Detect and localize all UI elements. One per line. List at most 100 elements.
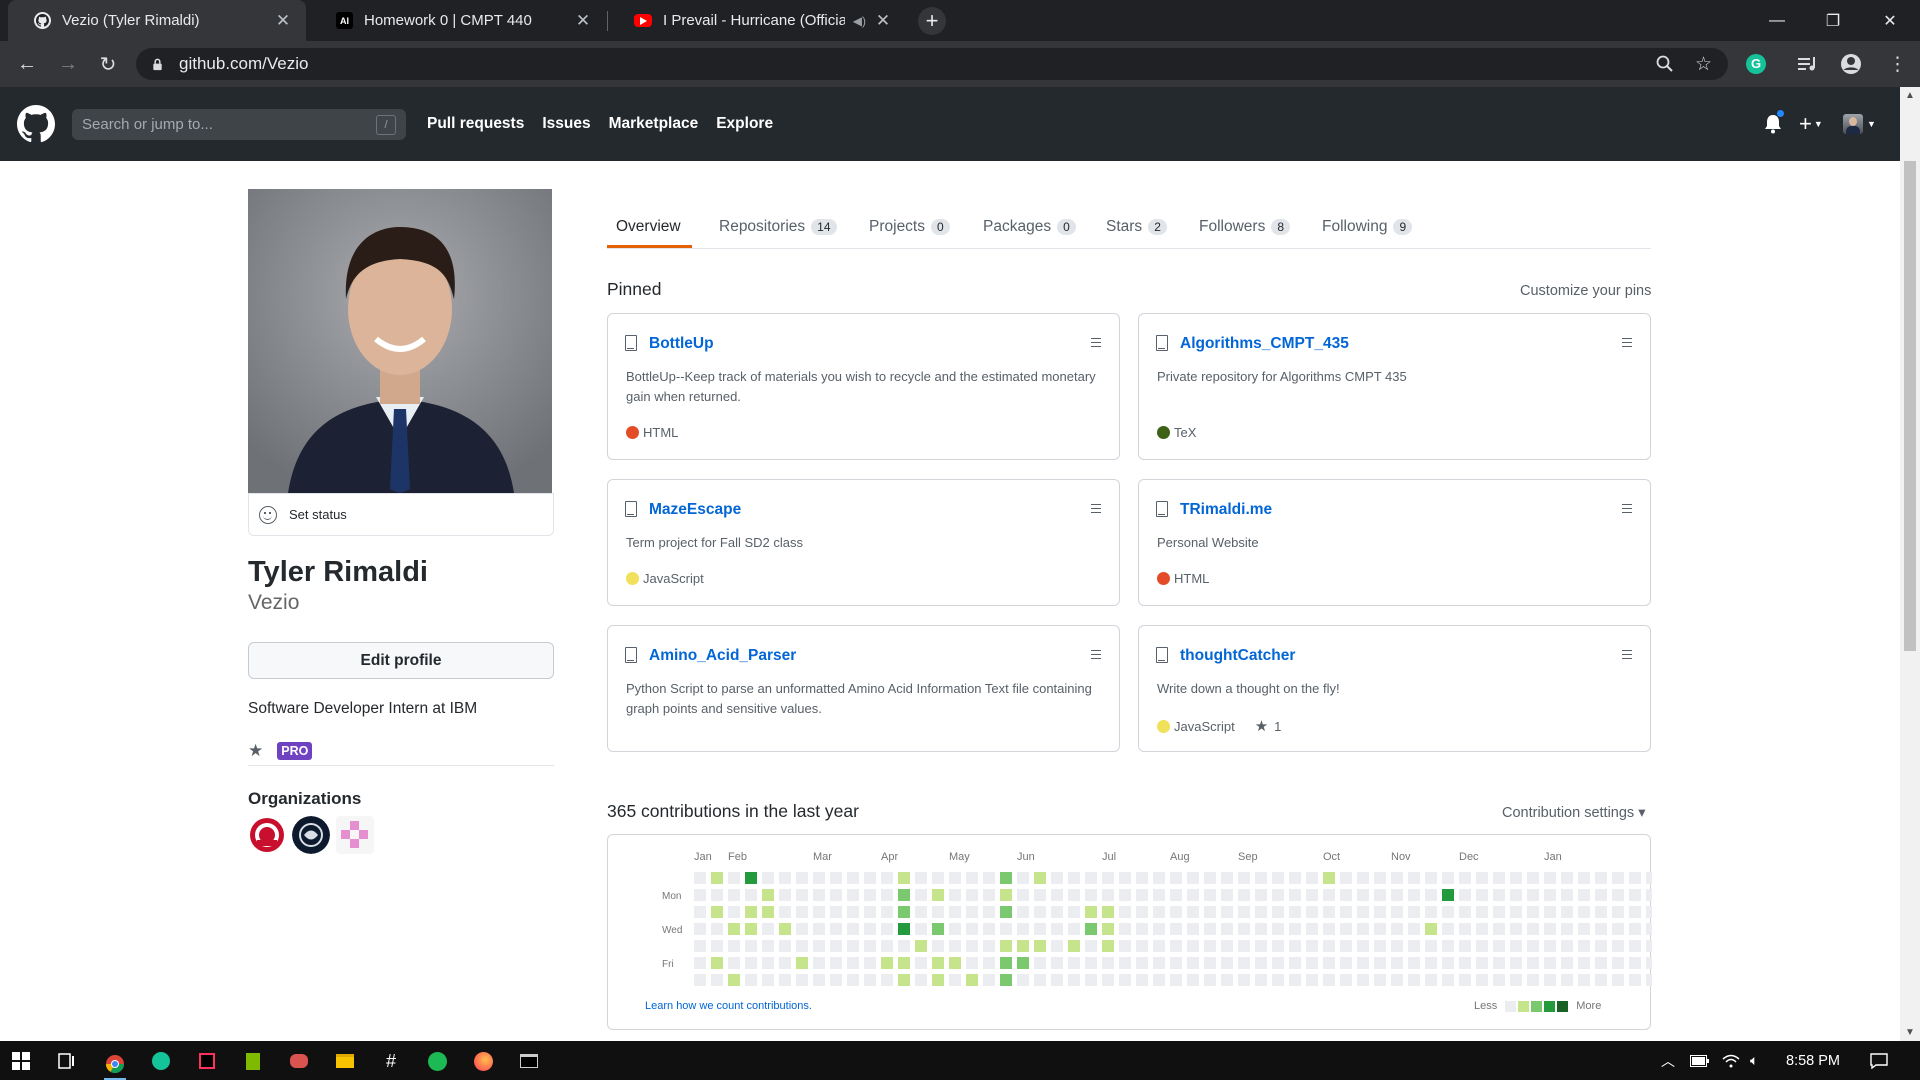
contribution-day[interactable] <box>1527 974 1539 986</box>
contribution-day[interactable] <box>1561 906 1573 918</box>
contribution-day[interactable] <box>1578 906 1590 918</box>
tab-following[interactable]: Following 9 <box>1322 204 1413 249</box>
contribution-day[interactable] <box>1391 889 1403 901</box>
contribution-day[interactable] <box>1374 923 1386 935</box>
contribution-day[interactable] <box>1221 872 1233 884</box>
repo-stars-link[interactable]: ★ 1 <box>1255 717 1282 735</box>
contribution-day[interactable] <box>864 889 876 901</box>
contribution-day[interactable] <box>1272 906 1284 918</box>
contribution-day[interactable] <box>915 889 927 901</box>
contribution-day[interactable] <box>1442 957 1454 969</box>
contribution-day[interactable] <box>1510 957 1522 969</box>
contribution-day[interactable] <box>779 923 791 935</box>
contribution-day[interactable] <box>1272 889 1284 901</box>
contribution-day[interactable] <box>796 940 808 952</box>
contribution-day[interactable] <box>1425 872 1437 884</box>
contribution-day[interactable] <box>983 957 995 969</box>
contribution-day[interactable] <box>1289 957 1301 969</box>
contribution-day[interactable] <box>1340 889 1352 901</box>
contribution-day[interactable] <box>1272 940 1284 952</box>
contribution-day[interactable] <box>1000 940 1012 952</box>
grammarly-taskbar-icon[interactable] <box>150 1050 172 1072</box>
contribution-day[interactable] <box>1085 906 1097 918</box>
contribution-day[interactable] <box>1017 940 1029 952</box>
contribution-day[interactable] <box>1476 923 1488 935</box>
contribution-day[interactable] <box>1493 906 1505 918</box>
contribution-day[interactable] <box>1425 940 1437 952</box>
contribution-day[interactable] <box>1527 906 1539 918</box>
clock[interactable]: 8:58 PM <box>1786 1041 1840 1080</box>
contribution-day[interactable] <box>796 872 808 884</box>
contribution-day[interactable] <box>949 872 961 884</box>
contribution-day[interactable] <box>1374 957 1386 969</box>
contribution-day[interactable] <box>1459 906 1471 918</box>
contribution-day[interactable] <box>1527 889 1539 901</box>
drag-handle-icon[interactable] <box>1091 504 1101 513</box>
contribution-day[interactable] <box>1085 974 1097 986</box>
contribution-day[interactable] <box>1340 872 1352 884</box>
contribution-day[interactable] <box>762 974 774 986</box>
contribution-day[interactable] <box>1612 974 1624 986</box>
create-new-dropdown[interactable]: + ▼ <box>1799 87 1823 161</box>
contribution-day[interactable] <box>1306 940 1318 952</box>
contribution-day[interactable] <box>1340 974 1352 986</box>
contribution-day[interactable] <box>898 923 910 935</box>
contribution-day[interactable] <box>881 872 893 884</box>
contribution-day[interactable] <box>1595 906 1607 918</box>
contribution-day[interactable] <box>1204 923 1216 935</box>
contribution-day[interactable] <box>1187 957 1199 969</box>
contribution-day[interactable] <box>847 974 859 986</box>
close-tab-icon[interactable]: ✕ <box>874 11 892 31</box>
learn-contributions-link[interactable]: Learn how we count contributions. <box>645 1000 812 1012</box>
contribution-day[interactable] <box>1289 940 1301 952</box>
contribution-day[interactable] <box>1204 906 1216 918</box>
contribution-day[interactable] <box>1561 974 1573 986</box>
contribution-day[interactable] <box>762 957 774 969</box>
contribution-day[interactable] <box>983 906 995 918</box>
contribution-day[interactable] <box>881 940 893 952</box>
contribution-day[interactable] <box>1493 940 1505 952</box>
contribution-day[interactable] <box>1323 957 1335 969</box>
contribution-day[interactable] <box>813 957 825 969</box>
contribution-day[interactable] <box>1306 872 1318 884</box>
contribution-day[interactable] <box>1646 872 1652 884</box>
contribution-day[interactable] <box>1323 974 1335 986</box>
contribution-day[interactable] <box>1459 889 1471 901</box>
contribution-day[interactable] <box>1153 923 1165 935</box>
contribution-day[interactable] <box>1102 889 1114 901</box>
scroll-up-icon[interactable]: ▲ <box>1900 90 1920 101</box>
contribution-day[interactable] <box>1391 923 1403 935</box>
contribution-day[interactable] <box>1612 906 1624 918</box>
contribution-day[interactable] <box>762 872 774 884</box>
contribution-day[interactable] <box>1442 906 1454 918</box>
github-logo-icon[interactable] <box>17 105 55 143</box>
contribution-day[interactable] <box>711 923 723 935</box>
contribution-day[interactable] <box>1459 923 1471 935</box>
contribution-day[interactable] <box>830 974 842 986</box>
contribution-day[interactable] <box>966 940 978 952</box>
contribution-day[interactable] <box>932 889 944 901</box>
pro-badge[interactable]: PRO <box>277 742 313 760</box>
task-view-icon[interactable] <box>56 1050 78 1072</box>
nav-pull-requests[interactable]: Pull requests <box>427 115 524 133</box>
contribution-day[interactable] <box>1374 906 1386 918</box>
edit-profile-button[interactable]: Edit profile <box>248 642 554 679</box>
contribution-day[interactable] <box>881 957 893 969</box>
contribution-day[interactable] <box>932 974 944 986</box>
contribution-day[interactable] <box>1408 923 1420 935</box>
contribution-day[interactable] <box>898 872 910 884</box>
contribution-day[interactable] <box>1187 872 1199 884</box>
browser-tab-homework[interactable]: AI Homework 0 | CMPT 440 ✕ <box>310 0 606 41</box>
contribution-day[interactable] <box>728 906 740 918</box>
contribution-day[interactable] <box>1323 923 1335 935</box>
contribution-day[interactable] <box>1493 923 1505 935</box>
contribution-day[interactable] <box>1255 872 1267 884</box>
contribution-day[interactable] <box>1000 974 1012 986</box>
contribution-day[interactable] <box>949 923 961 935</box>
contribution-day[interactable] <box>1017 974 1029 986</box>
contribution-day[interactable] <box>1442 974 1454 986</box>
contribution-day[interactable] <box>1221 957 1233 969</box>
contribution-day[interactable] <box>1136 940 1148 952</box>
contribution-day[interactable] <box>1493 889 1505 901</box>
contribution-day[interactable] <box>1068 872 1080 884</box>
